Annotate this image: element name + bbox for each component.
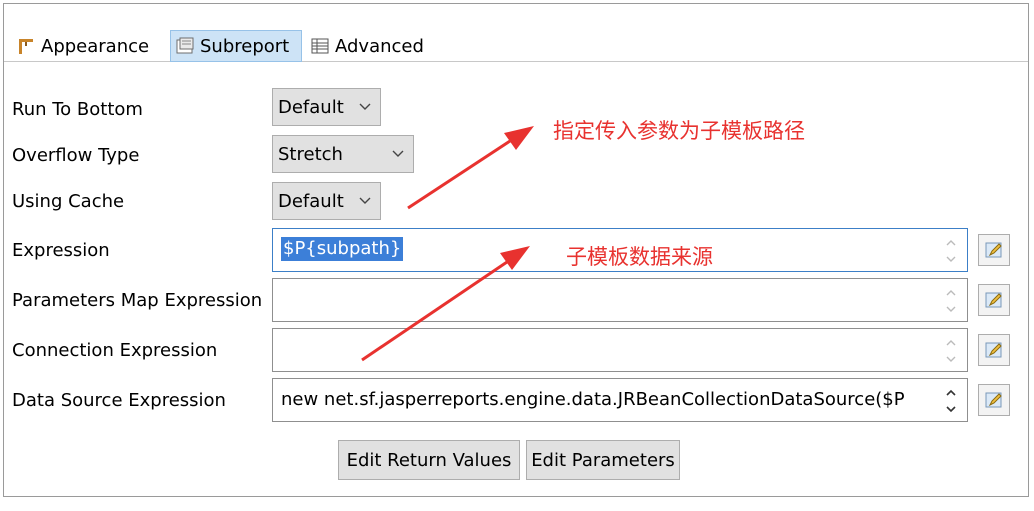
subreport-icon xyxy=(175,36,195,56)
annotation-data-source: 子模板数据来源 xyxy=(566,245,713,269)
parameters-map-expression-label: Parameters Map Expression xyxy=(12,290,263,311)
edit-parameters-map-expression-button[interactable] xyxy=(978,284,1010,316)
data-source-expression-label: Data Source Expression xyxy=(12,390,226,411)
overflow-type-select[interactable]: Stretch xyxy=(272,135,414,173)
edit-data-source-expression-button[interactable] xyxy=(978,384,1010,416)
tab-advanced-label: Advanced xyxy=(335,35,424,57)
tab-subreport-label: Subreport xyxy=(200,35,290,57)
overflow-type-label: Overflow Type xyxy=(12,145,140,166)
run-to-bottom-select[interactable]: Default xyxy=(272,88,381,126)
connection-expression-input[interactable] xyxy=(272,328,968,372)
tab-subreport[interactable]: Subreport xyxy=(170,30,302,62)
parameters-map-expression-input[interactable] xyxy=(272,278,968,322)
chevron-down-icon xyxy=(359,197,371,204)
run-to-bottom-label: Run To Bottom xyxy=(12,99,143,120)
tab-appearance[interactable]: Appearance xyxy=(12,30,162,62)
pencil-icon xyxy=(985,242,1002,258)
data-source-expression-input[interactable]: new net.sf.jasperreports.engine.data.JRB… xyxy=(272,378,968,422)
overflow-type-value: Stretch xyxy=(278,143,343,165)
annotation-subreport-path: 指定传入参数为子模板路径 xyxy=(553,119,805,143)
using-cache-label: Using Cache xyxy=(12,191,125,212)
spinner-icon[interactable] xyxy=(943,235,959,267)
appearance-icon xyxy=(16,36,36,56)
edit-parameters-button[interactable]: Edit Parameters xyxy=(526,440,680,480)
pencil-icon xyxy=(985,292,1002,308)
expression-label: Expression xyxy=(12,240,110,261)
pencil-icon xyxy=(985,342,1002,358)
tab-bar: Appearance Subreport Advanced xyxy=(4,4,1028,62)
run-to-bottom-value: Default xyxy=(278,96,344,118)
spinner-icon[interactable] xyxy=(943,285,959,317)
chevron-down-icon xyxy=(359,103,371,110)
using-cache-select[interactable]: Default xyxy=(272,182,381,220)
properties-panel: Appearance Subreport Advanced Run To Bot… xyxy=(3,3,1029,497)
edit-connection-expression-button[interactable] xyxy=(978,334,1010,366)
expression-value: $P{subpath} xyxy=(281,237,404,261)
edit-return-values-button[interactable]: Edit Return Values xyxy=(338,440,520,480)
advanced-icon xyxy=(310,36,330,56)
spinner-icon[interactable] xyxy=(943,335,959,367)
chevron-down-icon xyxy=(392,150,404,157)
tab-appearance-label: Appearance xyxy=(41,35,150,57)
spinner-icon[interactable] xyxy=(943,385,959,417)
edit-expression-button[interactable] xyxy=(978,234,1010,266)
pencil-icon xyxy=(985,392,1002,408)
data-source-expression-value: new net.sf.jasperreports.engine.data.JRB… xyxy=(281,389,905,410)
tab-advanced[interactable]: Advanced xyxy=(306,30,436,62)
using-cache-value: Default xyxy=(278,190,344,212)
connection-expression-label: Connection Expression xyxy=(12,340,218,361)
